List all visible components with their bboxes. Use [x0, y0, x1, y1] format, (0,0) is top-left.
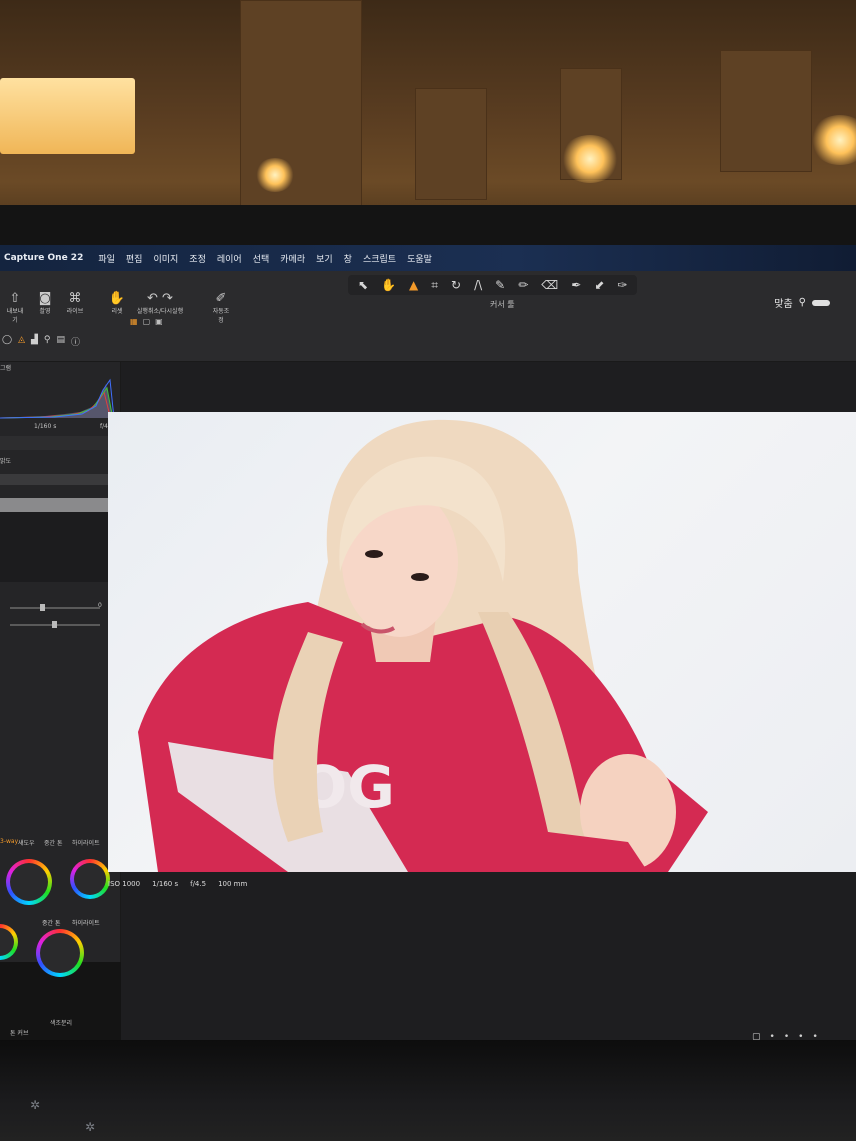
tab-details[interactable]: ▤: [57, 335, 66, 348]
keystone-icon[interactable]: /\: [474, 278, 482, 292]
brightness-slider[interactable]: [10, 621, 100, 628]
menu-edit[interactable]: 편집: [126, 252, 143, 265]
brightness-up-key-icon: ✲: [85, 1120, 96, 1134]
histogram-shutter: 1/160 s: [34, 423, 57, 430]
shadow-color-wheel[interactable]: [6, 859, 52, 905]
menu-layer[interactable]: 레이어: [217, 252, 242, 265]
eraser-icon[interactable]: ⌫: [541, 278, 558, 292]
menu-window[interactable]: 창: [344, 252, 352, 265]
gradient-icon[interactable]: ✑: [617, 278, 627, 292]
highlight-color-wheel[interactable]: [36, 929, 84, 977]
rotate-icon[interactable]: ↻: [451, 278, 461, 292]
undo-redo-icon: ↶ ↷: [147, 291, 173, 306]
live-icon: ⌘: [68, 291, 82, 306]
midtone-label: 중간 톤: [42, 920, 61, 927]
app-title: Capture One 22: [4, 253, 84, 263]
hand-icon: ✋: [108, 291, 126, 306]
histogram: [0, 378, 115, 419]
reset-button[interactable]: ✋ 리셋: [106, 291, 128, 324]
crop-icon[interactable]: ⌗: [431, 278, 438, 293]
brightness-label: 밝도: [0, 458, 12, 465]
laptop-bezel: ✲ ✲: [0, 1040, 856, 1141]
single-view-icon[interactable]: ▢: [143, 317, 151, 326]
brightness-key-icon: ✲: [30, 1098, 41, 1112]
menu-view[interactable]: 보기: [316, 252, 333, 265]
menu-adjust[interactable]: 조정: [189, 252, 206, 265]
tab-library[interactable]: ◯: [2, 335, 12, 348]
color-balance-tab-shadow[interactable]: 섀도우: [18, 838, 35, 847]
color-balance-tab-3way[interactable]: 3-way: [0, 838, 18, 845]
cursor-tools-strip: ⬉ ✋ ▲ ⌗ ↻ /\ ✎ ✏ ⌫ ✒ ⬋ ✑: [348, 275, 638, 295]
menu-bar: Capture One 22 파일 편집 이미지 조정 레이어 선택 카메라 보…: [0, 245, 856, 271]
upload-icon: ⇧: [9, 291, 21, 306]
zoom-slider[interactable]: [812, 299, 830, 306]
export-button[interactable]: ⇧ 내보내기: [4, 291, 26, 324]
menu-image[interactable]: 이미지: [153, 252, 178, 265]
exif-shutter: 1/160 s: [152, 880, 179, 888]
exif-iso: ISO 1000: [108, 880, 141, 888]
levels-value: 0: [98, 602, 102, 609]
split-tone-label: 색조분리: [50, 1020, 73, 1027]
viewer-photo[interactable]: OG: [108, 412, 856, 872]
zoom-fit-label[interactable]: 맞춤: [774, 295, 792, 310]
cursor-tools-label: 커서 툴: [490, 300, 515, 309]
exif-focal: 100 mm: [218, 880, 248, 888]
tab-exposure[interactable]: ▟: [31, 335, 38, 348]
tool-tabs: ◯ ◬ ▟ ⚲ ▤ ⓘ: [2, 335, 80, 348]
menu-help[interactable]: 도움말: [407, 252, 432, 265]
highlight-label: 하이라이트: [72, 920, 100, 927]
camera-icon: ◙: [38, 291, 52, 306]
viewer-icon[interactable]: ▣: [155, 317, 163, 326]
levels-slider[interactable]: [10, 604, 100, 611]
grid-view-icon[interactable]: ▦: [130, 317, 138, 326]
menu-camera[interactable]: 카메라: [280, 252, 305, 265]
tool-sidebar: 그램 1/160 s f/4.5 밝도 0 3-way 섀도우 중간 톤 하이라…: [0, 362, 122, 1037]
tab-color[interactable]: ◬: [18, 335, 25, 348]
color-picker-icon[interactable]: ▲: [409, 278, 418, 292]
zoom-controls: 맞춤 ⚲: [774, 295, 830, 310]
histogram-title: 그램: [0, 365, 12, 372]
view-options: ▦ ▢ ▣: [130, 317, 163, 326]
lit-sign: [0, 78, 135, 154]
select-arrow-icon[interactable]: ⬉: [358, 278, 368, 292]
menu-file[interactable]: 파일: [98, 252, 115, 265]
auto-button[interactable]: [0, 474, 116, 485]
exif-aperture: f/4.5: [190, 880, 207, 888]
portrait-illustration: OG: [138, 419, 708, 872]
menu-select[interactable]: 선택: [253, 252, 270, 265]
tab-metadata[interactable]: ⓘ: [71, 335, 80, 348]
capture-button[interactable]: ◙ 촬영: [34, 291, 56, 324]
tone-curve-label: 톤 커브: [10, 1030, 29, 1037]
live-button[interactable]: ⌘ 라이브: [64, 291, 86, 324]
fill-icon[interactable]: ⬋: [594, 278, 604, 292]
pencil-icon[interactable]: ✏: [518, 278, 528, 292]
midtone-color-wheel[interactable]: [0, 924, 18, 960]
tab-search[interactable]: ⚲: [44, 335, 51, 348]
exif-info-bar: ISO 1000 1/160 s f/4.5 100 mm: [108, 880, 247, 888]
auto-adjust-button[interactable]: ✐ 자동조정: [210, 291, 232, 324]
mid-color-wheel-small[interactable]: [70, 859, 110, 899]
pan-hand-icon[interactable]: ✋: [381, 278, 396, 292]
color-balance-tab-highlight[interactable]: 하이라이트: [72, 838, 100, 847]
zoom-icon[interactable]: ⚲: [799, 297, 806, 308]
menu-script[interactable]: 스크립트: [363, 252, 396, 265]
draw-mask-icon[interactable]: ✒: [571, 278, 581, 292]
main-toolbar: ⇧ 내보내기 ◙ 촬영 ⌘ 라이브 ✋ 리셋 ↶ ↷ 실행취소/다시실행 ✐ 자…: [0, 271, 856, 362]
brush-icon[interactable]: ✎: [495, 278, 505, 292]
magic-wand-icon: ✐: [215, 291, 227, 306]
left-toolbar-group: ⇧ 내보내기 ◙ 촬영 ⌘ 라이브 ✋ 리셋 ↶ ↷ 실행취소/다시실행 ✐ 자…: [4, 291, 232, 324]
color-balance-tab-mid[interactable]: 중간 톤: [44, 838, 62, 847]
